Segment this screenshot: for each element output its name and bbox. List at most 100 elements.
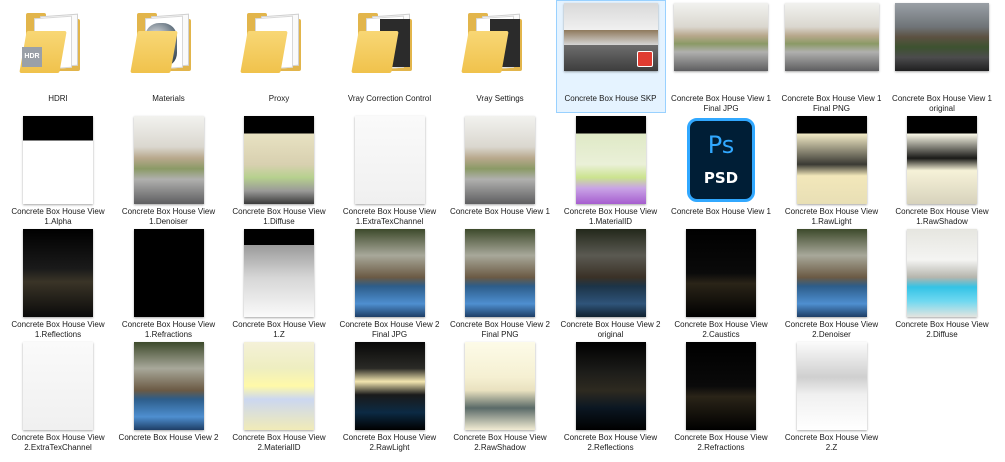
thumbnail <box>778 116 886 206</box>
thumbnail <box>336 342 444 432</box>
file-item[interactable]: Concrete Box House View 2 Final JPG <box>335 226 445 339</box>
file-name-label: Concrete Box House View 2.ExtraTexChanne… <box>11 433 105 452</box>
file-name-label: Concrete Box House View 1.ExtraTexChanne… <box>342 207 437 226</box>
file-item[interactable]: Concrete Box House View 2.Denoiser <box>777 226 887 339</box>
image-thumbnail <box>575 229 646 317</box>
file-name-label: Concrete Box House View 1.Alpha <box>11 207 105 226</box>
file-name-label: Concrete Box House View 2.Denoiser <box>784 320 879 339</box>
file-item[interactable]: Ps PSD Concrete Box House View 1 <box>666 113 776 226</box>
file-item[interactable]: Concrete Box House View 1.RawShadow <box>887 113 997 226</box>
thumbnail <box>336 3 444 93</box>
image-thumbnail <box>244 229 314 317</box>
file-name-label: Concrete Box House View 2.Z <box>784 433 879 452</box>
folder-item[interactable]: HDR HDRI <box>3 0 113 113</box>
file-item[interactable]: Concrete Box House View 2.Diffuse <box>887 226 997 339</box>
file-name-label: Concrete Box House View 1 Final JPG <box>671 94 771 113</box>
file-item[interactable]: Concrete Box House View 1.MaterialID <box>556 113 666 226</box>
file-name-label: Concrete Box House View 2.Refractions <box>674 433 768 452</box>
image-thumbnail <box>895 3 989 71</box>
image-thumbnail <box>563 3 658 71</box>
file-item[interactable]: Concrete Box House View 1.ExtraTexChanne… <box>335 113 445 226</box>
thumbnail <box>115 3 223 93</box>
file-item[interactable]: Concrete Box House View 1 Final JPG <box>666 0 776 113</box>
image-thumbnail <box>686 229 756 317</box>
thumbnail: HDR <box>4 3 112 93</box>
folder-item[interactable]: Materials <box>114 0 224 113</box>
thumbnail <box>4 229 112 319</box>
file-item[interactable]: Concrete Box House View 2.RawLight <box>335 339 445 452</box>
folder-item[interactable]: Vray Settings <box>445 0 555 113</box>
file-item[interactable]: Concrete Box House View 2 original <box>556 226 666 339</box>
file-name-label: Concrete Box House View 2 Final PNG <box>450 320 550 339</box>
image-thumbnail <box>796 229 867 317</box>
thumbnail <box>778 3 886 93</box>
image-thumbnail <box>686 342 756 430</box>
thumbnail <box>888 3 996 93</box>
file-item[interactable]: Concrete Box House View 1.Reflections <box>3 226 113 339</box>
file-item[interactable]: Concrete Box House View 2.MaterialID <box>224 339 334 452</box>
file-name-label: Concrete Box House View 2 original <box>560 320 661 339</box>
file-name-label: Proxy <box>268 94 290 103</box>
image-thumbnail <box>784 3 879 71</box>
image-thumbnail <box>465 229 535 317</box>
file-item[interactable]: Concrete Box House View 1.Refractions <box>114 226 224 339</box>
file-name-label: Concrete Box House View 2.Reflections <box>563 433 658 452</box>
file-item[interactable]: Concrete Box House View 1.RawLight <box>777 113 887 226</box>
file-item[interactable]: Concrete Box House View 1.Z <box>224 226 334 339</box>
file-name-label: Concrete Box House View 1 original <box>892 94 992 113</box>
thumbnail <box>115 342 223 432</box>
thumbnail <box>225 229 333 319</box>
file-item[interactable]: Concrete Box House View 1.Diffuse <box>224 113 334 226</box>
file-item[interactable]: Concrete Box House View 1 <box>445 113 555 226</box>
image-thumbnail <box>133 116 204 204</box>
file-item[interactable]: Concrete Box House View 1 Final PNG <box>777 0 887 113</box>
thumbnail <box>336 116 444 206</box>
thumbnail <box>667 229 775 319</box>
file-item[interactable]: Concrete Box House View 2 <box>114 339 224 452</box>
file-item[interactable]: Concrete Box House View 2.Caustics <box>666 226 776 339</box>
file-item[interactable]: Concrete Box House View 2 Final PNG <box>445 226 555 339</box>
file-item[interactable]: Concrete Box House View 1.Alpha <box>3 113 113 226</box>
file-name-label: Concrete Box House View 1 Final PNG <box>781 94 882 113</box>
thumbnail <box>225 342 333 432</box>
image-thumbnail <box>907 116 977 204</box>
thumbnail <box>446 3 554 93</box>
file-name-label: Concrete Box House View 1.Reflections <box>11 320 105 339</box>
image-thumbnail <box>907 229 977 317</box>
image-thumbnail <box>354 229 425 317</box>
folder-item[interactable]: Proxy <box>224 0 334 113</box>
file-item[interactable]: Concrete Box House View 2.RawShadow <box>445 339 555 452</box>
file-item[interactable]: Concrete Box House SKP <box>555 0 666 113</box>
thumbnail <box>4 116 112 206</box>
file-name-label: Vray Settings <box>476 94 524 103</box>
image-thumbnail <box>244 342 314 430</box>
file-name-label: Vray Correction Control <box>347 94 432 103</box>
file-name-label: Concrete Box House View 1.RawShadow <box>895 207 989 226</box>
photoshop-file-icon: Ps PSD <box>687 118 755 202</box>
file-item[interactable]: Concrete Box House View 1 original <box>887 0 997 113</box>
thumbnail <box>557 342 665 432</box>
folder-item[interactable]: Vray Correction Control <box>335 0 445 113</box>
file-name-label: Concrete Box House View 2.RawShadow <box>453 433 547 452</box>
vray-correction-folder-icon <box>350 13 412 73</box>
hdr-badge: HDR <box>22 47 42 67</box>
file-name-label: Concrete Box House View 1.MaterialID <box>563 207 658 226</box>
image-thumbnail <box>465 116 535 204</box>
image-thumbnail <box>354 342 425 430</box>
thumbnail: Ps PSD <box>667 116 775 206</box>
thumbnail <box>667 3 775 93</box>
image-thumbnail <box>133 229 204 317</box>
file-item[interactable]: Concrete Box House View 2.Refractions <box>666 339 776 452</box>
thumbnail <box>115 229 223 319</box>
file-item[interactable]: Concrete Box House View 1.Denoiser <box>114 113 224 226</box>
file-item[interactable]: Concrete Box House View 2.Reflections <box>556 339 666 452</box>
image-thumbnail <box>465 342 535 430</box>
file-name-label: Materials <box>152 94 185 103</box>
proxy-folder-icon <box>240 13 301 73</box>
file-item[interactable]: Concrete Box House View 2.ExtraTexChanne… <box>3 339 113 452</box>
file-item[interactable]: Concrete Box House View 2.Z <box>777 339 887 452</box>
thumbnail <box>446 229 554 319</box>
file-name-label: Concrete Box House View 1.RawLight <box>784 207 879 226</box>
file-name-label: Concrete Box House View 1.Refractions <box>121 320 216 339</box>
image-thumbnail <box>796 342 867 430</box>
